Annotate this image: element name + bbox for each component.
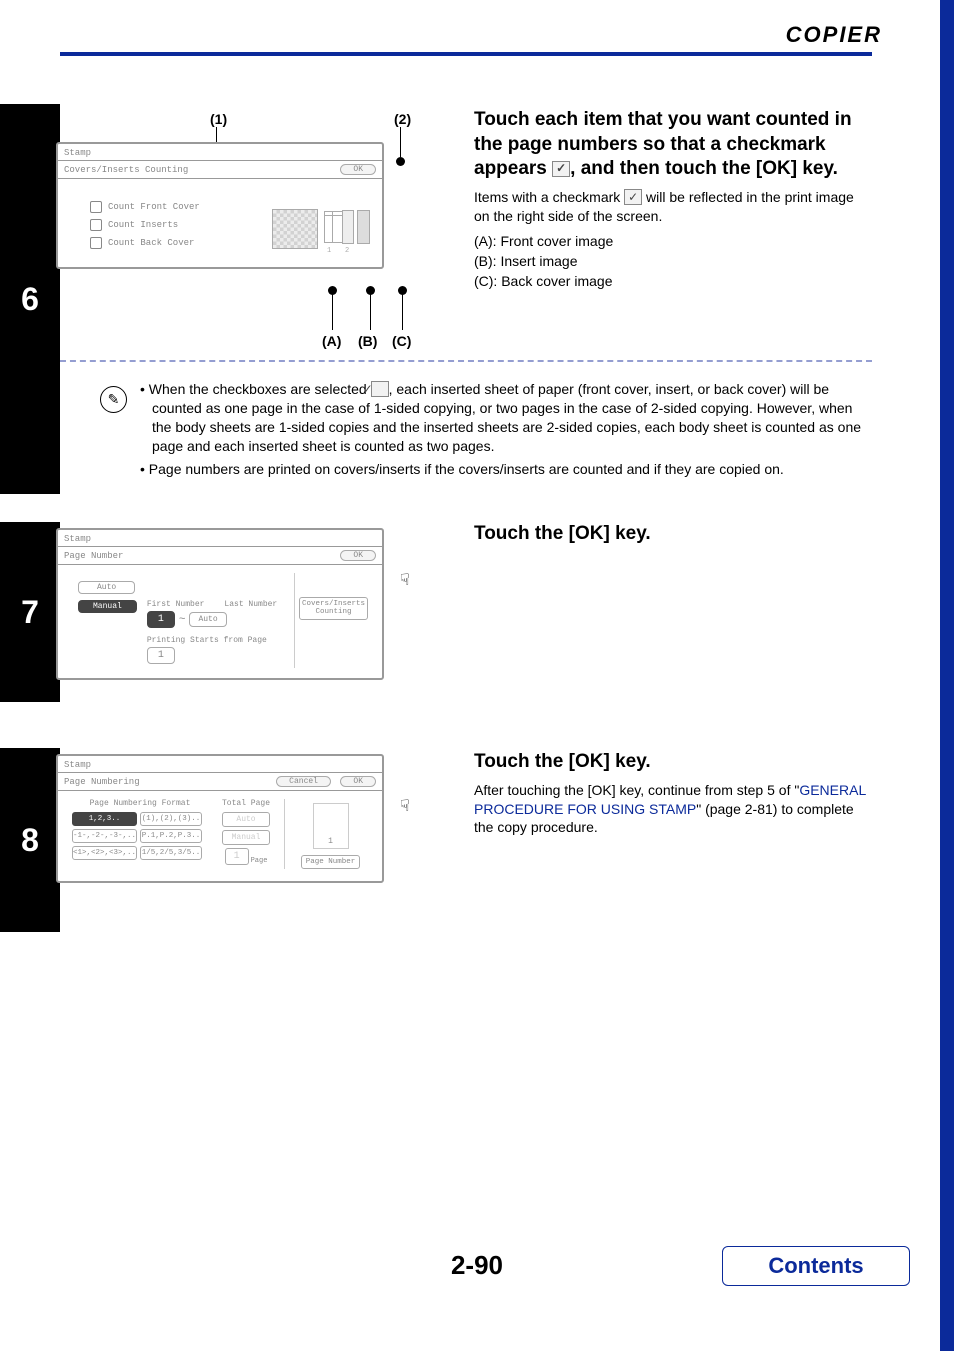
ok-button[interactable]: OK xyxy=(340,550,376,561)
callout-a: (A) xyxy=(322,333,341,349)
page-value[interactable]: 1 xyxy=(225,848,249,865)
ok-button[interactable]: OK xyxy=(340,776,376,787)
callout-line xyxy=(370,290,371,330)
panel-title: Page Numbering xyxy=(64,777,140,787)
callout-2: (2) xyxy=(394,111,411,127)
first-number-value[interactable]: 1 xyxy=(147,611,175,628)
step-number-8: 8 xyxy=(0,748,60,932)
cancel-button[interactable]: Cancel xyxy=(276,776,331,787)
checkmark-icon xyxy=(624,189,642,205)
section-header: COPIER xyxy=(786,22,882,48)
callout-dot xyxy=(398,286,407,295)
format-label: Page Numbering Format xyxy=(72,799,208,808)
format-option-1[interactable]: 1,2,3.. xyxy=(72,812,137,826)
bullet-2: • Page numbers are printed on covers/ins… xyxy=(140,460,866,479)
auto-last-button[interactable]: Auto xyxy=(189,612,226,627)
callout-dot xyxy=(396,157,405,166)
ui-panel-page-number: Stamp Page Number OK Auto Manual First N… xyxy=(56,528,384,680)
panel-tab: Stamp xyxy=(58,756,382,772)
right-blue-edge xyxy=(940,0,954,1351)
step7-description: Touch the [OK] key. xyxy=(474,522,872,547)
contents-button[interactable]: Contents xyxy=(722,1246,910,1286)
callout-b: (B) xyxy=(358,333,377,349)
ok-button[interactable]: OK xyxy=(340,164,376,175)
callout-1: (1) xyxy=(210,111,227,127)
step6-heading: Touch each item that you want counted in… xyxy=(474,108,872,182)
step6-description: Touch each item that you want counted in… xyxy=(474,108,872,291)
printing-starts-label: Printing Starts from Page xyxy=(147,636,277,645)
callout-c: (C) xyxy=(392,333,411,349)
dashed-divider xyxy=(60,360,872,362)
label: Count Back Cover xyxy=(108,238,194,248)
panel-tab: Stamp xyxy=(58,530,382,546)
header-rule xyxy=(60,52,872,56)
note-bullets: • When the checkboxes are selected , eac… xyxy=(140,380,866,482)
label-a: (A): Front cover image xyxy=(474,232,872,251)
callout-line xyxy=(402,290,403,330)
page-number-button[interactable]: Page Number xyxy=(301,855,361,869)
ui-panel-covers-inserts: Stamp Covers/Inserts Counting OK Count F… xyxy=(56,142,384,269)
callout-line xyxy=(400,127,401,157)
format-option-2[interactable]: (1),(2),(3).. xyxy=(140,812,202,826)
last-number-label: Last Number xyxy=(224,600,277,609)
callout-dot xyxy=(366,286,375,295)
manual-button[interactable]: Manual xyxy=(78,600,137,613)
touch-hand-icon: ☟ xyxy=(400,796,410,816)
panel-tab: Stamp xyxy=(58,144,382,160)
step8-subtext: After touching the [OK] key, continue fr… xyxy=(474,781,872,838)
first-number-label: First Number xyxy=(147,600,205,609)
label-c: (C): Back cover image xyxy=(474,272,872,291)
step-number-6: 6 xyxy=(0,104,60,494)
note-icon: ✎ xyxy=(100,386,127,413)
label: Count Inserts xyxy=(108,220,178,230)
covers-inserts-button[interactable]: Covers/Inserts Counting xyxy=(299,597,368,620)
preview-value: 1 xyxy=(314,837,348,846)
checkmark-icon xyxy=(371,381,389,397)
preview-thumbnail: 1 xyxy=(313,803,349,849)
total-manual-button[interactable]: Manual xyxy=(222,830,270,845)
label-b: (B): Insert image xyxy=(474,252,872,271)
start-page-value[interactable]: 1 xyxy=(147,647,175,664)
option-count-front[interactable]: Count Front Cover xyxy=(90,201,264,213)
auto-button[interactable]: Auto xyxy=(78,581,135,594)
checkbox-icon[interactable] xyxy=(90,237,102,249)
preview-illustration: 1 2 xyxy=(272,187,372,257)
bullet-1: • When the checkboxes are selected , eac… xyxy=(140,380,866,456)
callout-dot xyxy=(328,286,337,295)
page-unit: Page xyxy=(251,857,268,865)
checkbox-icon[interactable] xyxy=(90,219,102,231)
step-number-7: 7 xyxy=(0,522,60,702)
format-option-3[interactable]: -1-,-2-,-3-,.. xyxy=(72,829,137,843)
total-auto-button[interactable]: Auto xyxy=(222,812,270,827)
panel-title: Covers/Inserts Counting xyxy=(64,165,188,175)
format-option-5[interactable]: <1>,<2>,<3>,.. xyxy=(72,846,137,860)
step8-description: Touch the [OK] key. After touching the [… xyxy=(474,750,872,837)
checkmark-icon xyxy=(552,161,570,177)
total-page-label: Total Page xyxy=(216,799,276,808)
panel-title: Page Number xyxy=(64,551,123,561)
option-count-inserts[interactable]: Count Inserts xyxy=(90,219,264,231)
step7-heading: Touch the [OK] key. xyxy=(474,522,872,547)
step6-subtext: Items with a checkmark will be reflected… xyxy=(474,188,872,226)
format-option-4[interactable]: P.1,P.2,P.3.. xyxy=(140,829,202,843)
ui-panel-page-numbering: Stamp Page Numbering Cancel OK Page Numb… xyxy=(56,754,384,883)
step8-heading: Touch the [OK] key. xyxy=(474,750,872,775)
label: Count Front Cover xyxy=(108,202,200,212)
format-option-6[interactable]: 1/5,2/5,3/5.. xyxy=(140,846,202,860)
range-separator: ~ xyxy=(179,614,186,626)
touch-hand-icon: ☟ xyxy=(400,570,410,590)
option-count-back[interactable]: Count Back Cover xyxy=(90,237,264,249)
checkbox-icon[interactable] xyxy=(90,201,102,213)
callout-line xyxy=(332,290,333,330)
